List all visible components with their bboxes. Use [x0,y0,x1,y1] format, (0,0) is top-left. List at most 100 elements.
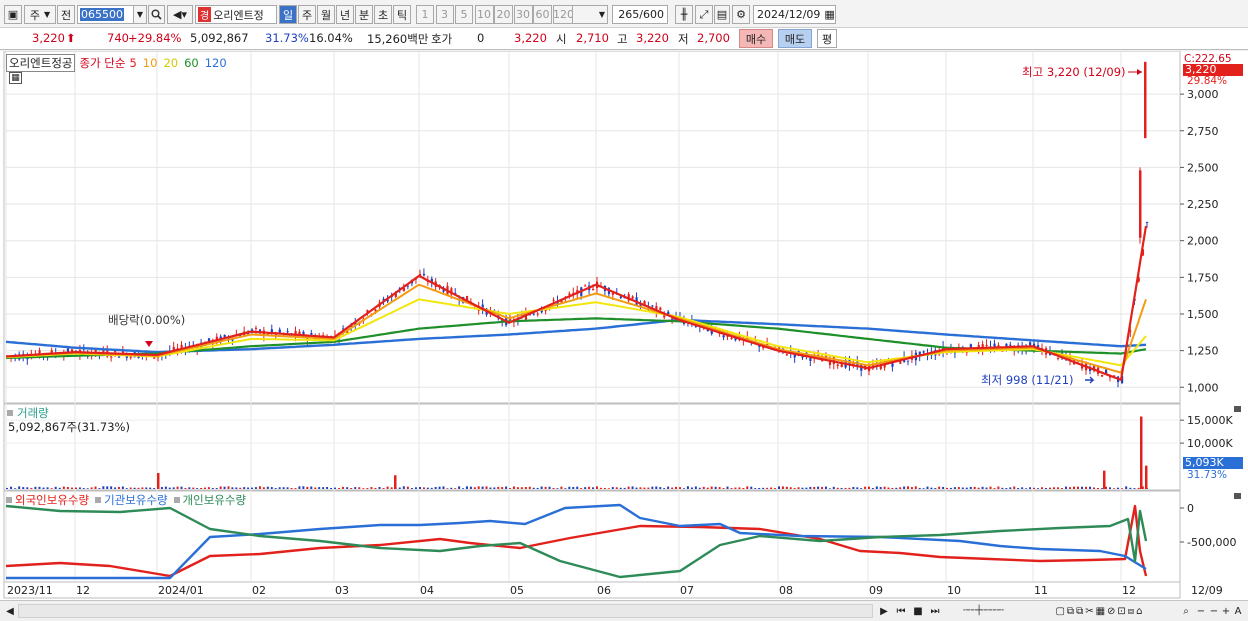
ma-legend-item-60[interactable]: 60 [184,56,199,70]
current-change-tag: 29.84% [1187,75,1228,87]
period-tab-6[interactable]: 틱 [393,5,411,24]
x-tick-label: 05 [510,584,524,597]
holding-legend-item-0[interactable]: 외국인보유수량 [6,492,89,508]
zoom-icon[interactable]: ⌕ [1180,603,1192,619]
scroll-right-icon[interactable]: ▶ [878,603,890,619]
volume-bar [512,486,515,489]
chart-svg[interactable]: 2023/11 12 2024/01 02 03 04 05 06 07 08 09 10 11 121,… [0,50,1248,600]
low-value: 2,700 [697,31,730,45]
volume-bar [821,486,824,489]
stock-name-field[interactable]: 경 오리엔트정 [195,5,277,24]
holding-legend-item-1[interactable]: 기관보유수량 [95,492,168,508]
avg-button[interactable]: 평 [817,29,837,48]
change: 740 [107,31,129,45]
volume-bar [402,486,405,489]
sell-button[interactable]: 매도 [778,29,812,48]
x-tick-label: 09 [869,584,883,597]
volume-bar [1061,488,1063,489]
volume-bar [278,487,281,489]
chart-menu-icon[interactable]: ▣ [4,5,22,24]
date-field[interactable]: 2024/12/09 ▦ [753,5,836,24]
save-icon[interactable]: ▤ [714,5,730,24]
interval-button-60[interactable]: 60 [533,5,552,24]
volume-bar [766,487,769,489]
volume-bar [509,488,511,489]
volume-bar [207,487,210,489]
period-tab-0[interactable]: 일 [279,5,297,24]
volume-bar [619,487,622,489]
period-tab-4[interactable]: 분 [355,5,373,24]
volume-bar [552,487,555,489]
interval-button-5[interactable]: 5 [455,5,473,24]
candle-body [836,364,839,366]
candle-body [730,338,733,340]
volume-bar [655,486,658,489]
period-tab-2[interactable]: 월 [317,5,335,24]
volume-bar [110,486,113,489]
chart-area[interactable]: 2023/11 12 2024/01 02 03 04 05 06 07 08 09 10 11 12 1,… [0,50,1248,600]
candle-icon[interactable]: ╫ [675,5,693,24]
period-tab-3[interactable]: 년 [336,5,354,24]
period-tab-5[interactable]: 초 [374,5,392,24]
market-select[interactable]: 주 ▼ [24,5,56,24]
volume-bar [891,487,894,489]
volume-bar [1129,487,1132,489]
chevron-down-icon[interactable]: ▼ [133,5,147,24]
volume-bar [94,486,97,489]
volume-bar [426,487,429,489]
panel-resize-icon [1234,406,1241,412]
volume-bar [938,486,941,489]
interval-button-20[interactable]: 20 [494,5,513,24]
volume-bar [532,487,535,489]
volume-bar [706,487,709,489]
gear-icon[interactable]: ⚙ [732,5,750,24]
interval-button-3[interactable]: 3 [435,5,454,24]
zoom-in-icon[interactable]: + [1220,603,1232,619]
volume-bar [596,486,598,489]
volume-bar [102,486,105,489]
scrollbar[interactable] [18,604,873,618]
ma-legend-item-120[interactable]: 120 [205,56,227,70]
holding-legend-item-2[interactable]: 개인보유수량 [173,492,246,508]
chevron-down-icon: ▼ [43,10,51,19]
volume-bar [1021,487,1024,489]
stock-label[interactable]: 오리엔트정공 [6,54,76,72]
volume-bar [282,487,285,489]
search-icon[interactable] [148,5,165,24]
ma-legend-item-10[interactable]: 10 [143,56,158,70]
font-size-icon[interactable]: A [1232,603,1244,619]
last-icon[interactable]: ⏭ [928,603,942,619]
volume-bar [458,486,461,489]
zoom-out-icon[interactable]: − [1195,603,1207,619]
candle-body [544,310,547,312]
volume-ratio: 31.73% [265,31,309,45]
count-field[interactable]: 265 /600 [612,5,668,24]
drawing-tools[interactable]: ▢⧉⧉✂▦⊘⊡⧈⌂ [1025,603,1175,619]
prev-button[interactable]: 전 [57,5,75,24]
first-icon[interactable]: ⏮ [894,603,908,619]
period-tab-1[interactable]: 주 [298,5,316,24]
minus-icon[interactable]: − [1208,603,1220,619]
volume-bar [969,486,972,489]
stop-icon[interactable]: ■ [911,603,925,619]
tool-icon[interactable]: ⤢ [695,5,713,24]
candle-body [568,293,571,295]
volume-bar [1137,487,1140,489]
calculator-icon[interactable]: ▦ [9,72,22,84]
volume-bar [66,487,69,489]
buy-button[interactable]: 매수 [739,29,773,48]
interval-button-1[interactable]: 1 [416,5,434,24]
volume-bar [981,486,984,489]
zoom-slider[interactable]: ╌╌╌┼╌╌╌╌╌ [948,603,1018,619]
ma-legend-item-5[interactable]: 5 [129,56,136,70]
volume-bar [635,487,638,489]
speaker-icon[interactable]: ◀▾ [167,5,193,24]
y-tick-label: 1,250 [1187,345,1219,358]
ma-legend-item-20[interactable]: 20 [163,56,178,70]
holding-legend-marker [6,497,12,503]
interval-button-30[interactable]: 30 [513,5,533,24]
interval-button-10[interactable]: 10 [474,5,494,24]
scroll-left-icon[interactable]: ◀ [4,603,16,619]
interval-dropdown[interactable]: ▼ [572,5,608,24]
quote-value: 0 [477,31,485,45]
